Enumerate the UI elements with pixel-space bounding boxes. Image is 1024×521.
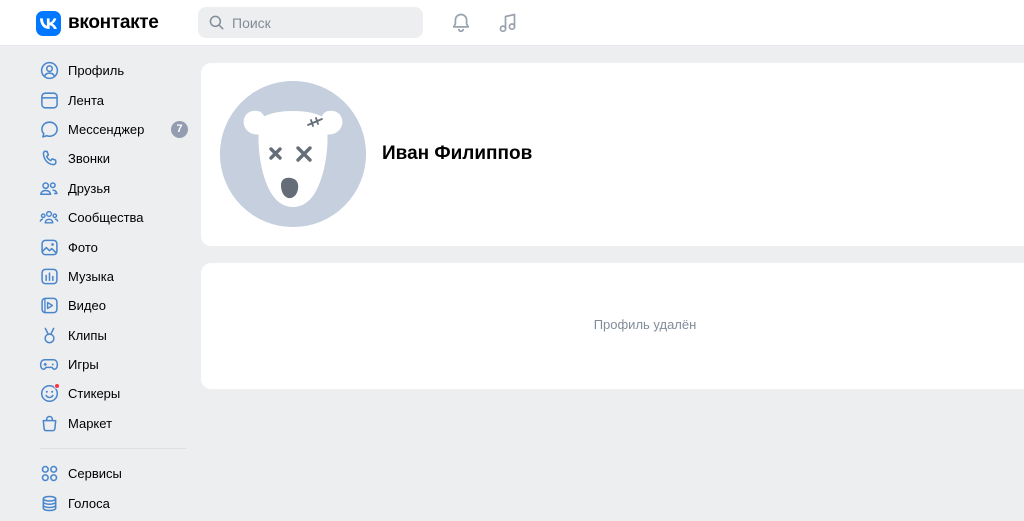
- search-input[interactable]: [232, 14, 412, 31]
- sidebar-item-label: Стикеры: [68, 386, 121, 402]
- sidebar-item-messenger[interactable]: Мессенджер 7: [32, 115, 192, 144]
- stickers-icon: [39, 382, 60, 404]
- search-box[interactable]: [198, 7, 423, 38]
- sidebar-item-votes[interactable]: Голоса: [32, 488, 192, 517]
- deactivated-dog-icon: [220, 81, 366, 227]
- sidebar-item-calls[interactable]: Звонки: [32, 144, 192, 173]
- services-icon: [39, 464, 59, 484]
- sidebar-divider: [40, 448, 186, 450]
- calls-icon: [39, 149, 59, 169]
- search-icon: [209, 15, 224, 30]
- sidebar-item-label: Клипы: [68, 327, 107, 343]
- votes-icon: [39, 493, 59, 513]
- clips-icon: [39, 325, 59, 345]
- sidebar-item-market[interactable]: Маркет: [32, 409, 192, 438]
- sidebar-item-clips[interactable]: Клипы: [32, 321, 192, 350]
- profile-name: Иван Филиппов: [382, 143, 533, 164]
- sidebar-item-photo[interactable]: Фото: [32, 232, 192, 261]
- sidebar-item-label: Фото: [68, 239, 98, 255]
- video-icon: [39, 296, 59, 316]
- sidebar-item-stickers[interactable]: Стикеры: [32, 379, 192, 408]
- profile-deleted-card: Профиль удалён: [201, 263, 1024, 389]
- sidebar-item-services[interactable]: Сервисы: [32, 459, 192, 488]
- sidebar-item-label: Мессенджер: [68, 121, 145, 137]
- sidebar-item-games[interactable]: Игры: [32, 350, 192, 379]
- vk-logo-text: вконтакте: [68, 12, 159, 33]
- friends-icon: [39, 178, 59, 198]
- sidebar-item-label: Сервисы: [68, 466, 122, 482]
- top-header: вконтакте: [0, 0, 1024, 46]
- profile-icon: [39, 61, 59, 81]
- sidebar-item-label: Музыка: [68, 268, 114, 284]
- sidebar-item-label: Сообщества: [68, 210, 144, 226]
- vk-logo-icon: [36, 10, 61, 36]
- sidebar-item-profile[interactable]: Профиль: [32, 56, 192, 85]
- sidebar-item-label: Игры: [68, 357, 99, 373]
- games-icon: [39, 355, 59, 375]
- sidebar-item-video[interactable]: Видео: [32, 291, 192, 320]
- messenger-icon: [39, 119, 59, 139]
- music-icon[interactable]: [496, 11, 520, 35]
- sidebar-item-friends[interactable]: Друзья: [32, 174, 192, 203]
- left-sidebar: Профиль Лента Мессенджер 7 Звонки Друзья…: [32, 56, 192, 518]
- photo-icon: [39, 237, 59, 257]
- music-icon: [39, 266, 59, 286]
- sidebar-item-label: Лента: [68, 92, 104, 108]
- sidebar-item-label: Профиль: [68, 63, 125, 79]
- deactivated-avatar: [220, 81, 366, 227]
- profile-deleted-message: Профиль удалён: [593, 317, 697, 332]
- sidebar-item-music[interactable]: Музыка: [32, 262, 192, 291]
- sidebar-item-feed[interactable]: Лента: [32, 85, 192, 114]
- vk-logo[interactable]: вконтакте: [36, 10, 159, 36]
- market-icon: [39, 413, 59, 433]
- sidebar-item-label: Видео: [68, 298, 106, 314]
- sidebar-item-communities[interactable]: Сообщества: [32, 203, 192, 232]
- sidebar-item-label: Голоса: [68, 495, 110, 511]
- sidebar-item-label: Звонки: [68, 151, 110, 167]
- communities-icon: [39, 208, 59, 228]
- new-stickers-dot: [54, 382, 60, 389]
- feed-icon: [39, 90, 59, 110]
- notifications-icon[interactable]: [449, 11, 473, 35]
- profile-header-card: Иван Филиппов: [201, 63, 1024, 246]
- sidebar-item-label: Друзья: [68, 180, 111, 196]
- unread-count-badge: 7: [171, 120, 188, 138]
- sidebar-item-label: Маркет: [68, 415, 113, 431]
